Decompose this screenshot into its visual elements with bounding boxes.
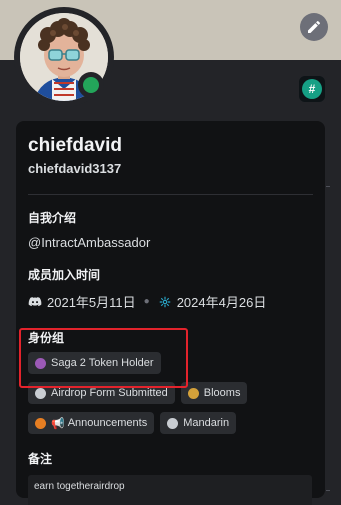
role-saga-2-token-holder[interactable]: Saga 2 Token Holder — [28, 352, 161, 374]
hash-icon: # — [302, 79, 322, 99]
note-title: 备注 — [28, 452, 53, 466]
roles-list: Saga 2 Token Holder Airdrop Form Submitt… — [28, 352, 313, 438]
divider — [28, 194, 313, 195]
role-label: Airdrop Form Submitted — [51, 387, 168, 399]
megaphone-icon: 📢 — [51, 417, 65, 430]
role-label: Mandarin — [183, 417, 230, 429]
online-status-indicator — [78, 72, 104, 98]
role-row-break — [167, 352, 307, 378]
role-color-dot — [35, 357, 46, 369]
profile-card: chiefdavid chiefdavid3137 自我介绍 @IntractA… — [16, 121, 325, 505]
username: chiefdavid3137 — [28, 161, 122, 176]
discord-join-date: 2021年5月11日 — [47, 295, 136, 310]
scrollbar-track-top[interactable] — [326, 186, 330, 187]
role-color-dot — [35, 387, 46, 399]
server-icon — [159, 296, 170, 307]
roles-title: 身份组 — [28, 331, 65, 345]
scrollbar-track-bottom[interactable] — [326, 490, 330, 491]
role-color-dot — [187, 387, 199, 399]
note-field[interactable]: earn togetherairdrop — [28, 475, 312, 505]
pencil-icon — [308, 20, 321, 33]
edit-profile-button[interactable] — [300, 13, 328, 41]
member-since-row: 2021年5月11日 ● 2024年4月26日 — [28, 292, 313, 311]
server-join-date: 2024年4月26日 — [176, 295, 267, 310]
role-label: Blooms — [203, 387, 241, 399]
server-badge[interactable]: # — [299, 76, 325, 102]
role-airdrop-form-submitted[interactable]: Airdrop Form Submitted — [28, 382, 175, 404]
about-title: 自我介绍 — [28, 211, 77, 225]
role-blooms[interactable]: Blooms — [180, 382, 248, 404]
role-announcements[interactable]: 📢 Announcements — [28, 412, 155, 434]
role-color-dot — [35, 417, 46, 429]
role-color-dot — [167, 417, 179, 429]
display-name: chiefdavid — [28, 135, 122, 156]
discord-icon — [28, 296, 42, 306]
about-text: @IntractAmbassador — [28, 235, 151, 250]
role-label: Saga 2 Token Holder — [51, 357, 154, 369]
member-since-title: 成员加入时间 — [28, 268, 101, 282]
separator-dot: ● — [143, 296, 150, 307]
role-mandarin[interactable]: Mandarin — [160, 412, 237, 434]
role-label: Announcements — [67, 417, 148, 429]
